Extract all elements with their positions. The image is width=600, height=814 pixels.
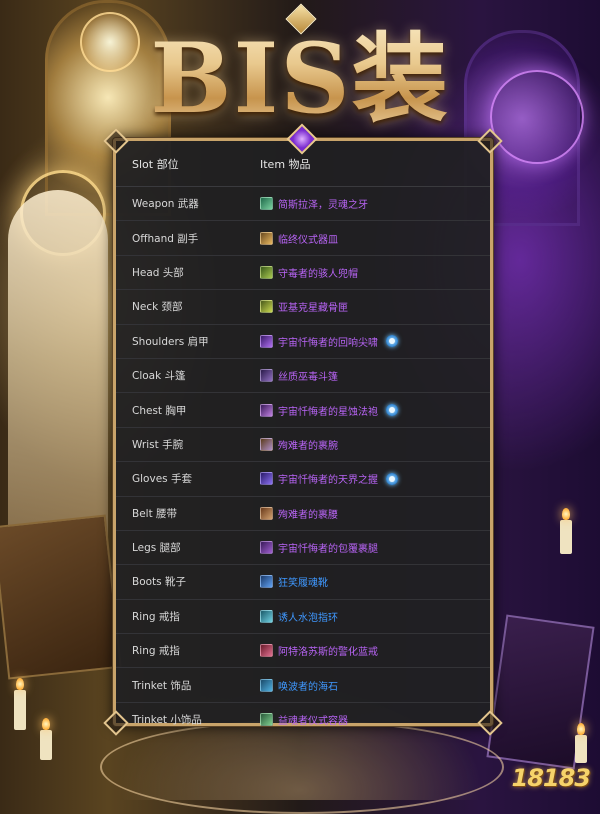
- candle-icon: [14, 678, 26, 730]
- table-row: Boots 靴子 狂笑履魂靴: [116, 565, 490, 600]
- table-row: Head 头部 守毒者的骇人兜帽: [116, 256, 490, 291]
- candle-icon: [560, 508, 572, 554]
- item-link[interactable]: 阿特洛苏斯的警化蓝戒: [278, 643, 378, 658]
- item-link[interactable]: 宇宙忏悔者的天界之握: [278, 471, 378, 486]
- item-cell: 殉难者的裹腰: [260, 506, 490, 521]
- item-cell: 临终仪式器皿: [260, 231, 490, 246]
- item-cell: 殉难者的裹腕: [260, 437, 490, 452]
- chest-item-icon: [260, 403, 273, 417]
- item-cell: 唤波者的海石: [260, 678, 490, 693]
- item-link[interactable]: 宇宙忏悔者的星蚀法袍: [278, 403, 378, 418]
- slot-name: Chest 胸甲: [132, 404, 187, 417]
- background-book-left: [0, 514, 122, 680]
- slot-name: Weapon 武器: [132, 198, 199, 211]
- item-link[interactable]: 狂笑履魂靴: [278, 574, 328, 589]
- item-cell: 狂笑履魂靴: [260, 574, 490, 589]
- table-row: Belt 腰带 殉难者的裹腰: [116, 497, 490, 531]
- item-cell: 亚基克星藏骨匣: [260, 299, 490, 314]
- item-link[interactable]: 益魂者仪式容器: [278, 712, 348, 727]
- slot-name: Neck 颈部: [132, 301, 183, 314]
- page-title: BIS装: [150, 1, 449, 140]
- title-banner: BIS装: [0, 10, 600, 135]
- slot-name: Trinket 小饰品: [132, 714, 202, 727]
- item-link[interactable]: 唤波者的海石: [278, 678, 338, 693]
- table-row: Shoulders 肩甲 宇宙忏悔者的回响尖啸: [116, 325, 490, 359]
- item-cell: 诱人水泡指环: [260, 609, 490, 624]
- table-row: Legs 腿部 宇宙忏悔者的包覆裹腿: [116, 531, 490, 566]
- site-logo-watermark: 18183: [511, 764, 591, 792]
- slot-name: Ring 戒指: [132, 645, 180, 658]
- item-link[interactable]: 殉难者的裹腰: [278, 506, 338, 521]
- weapon-item-icon: [260, 197, 273, 211]
- wrist-item-icon: [260, 437, 273, 451]
- slot-name: Legs 腿部: [132, 542, 181, 555]
- item-cell: 守毒者的骇人兜帽: [260, 265, 490, 280]
- item-link[interactable]: 简斯拉泽，灵魂之牙: [278, 196, 368, 211]
- cloak-item-icon: [260, 369, 273, 383]
- item-cell: 宇宙忏悔者的天界之握: [260, 471, 490, 486]
- table-row: Weapon 武器 简斯拉泽，灵魂之牙: [116, 187, 490, 222]
- gloves-item-icon: [260, 472, 273, 486]
- item-link[interactable]: 宇宙忏悔者的包覆裹腿: [278, 540, 378, 555]
- trinket-item-icon: [260, 678, 273, 692]
- slot-name: Trinket 饰品: [132, 679, 192, 692]
- slot-name: Head 头部: [132, 266, 184, 279]
- item-link[interactable]: 守毒者的骇人兜帽: [278, 265, 358, 280]
- tier-set-icon: [386, 472, 398, 485]
- head-item-icon: [260, 265, 273, 279]
- belt-item-icon: [260, 506, 273, 520]
- item-cell: 宇宙忏悔者的包覆裹腿: [260, 540, 490, 555]
- item-link[interactable]: 临终仪式器皿: [278, 231, 338, 246]
- candle-icon: [40, 718, 52, 760]
- slot-name: Cloak 斗篷: [132, 370, 186, 383]
- slot-name: Belt 腰带: [132, 507, 178, 520]
- item-link[interactable]: 丝质巫毒斗篷: [278, 368, 338, 383]
- table-row: Cloak 斗篷 丝质巫毒斗篷: [116, 359, 490, 394]
- slot-name: Shoulders 肩甲: [132, 335, 209, 348]
- tier-set-icon: [386, 404, 398, 417]
- slot-name: Ring 戒指: [132, 610, 180, 623]
- item-link[interactable]: 诱人水泡指环: [278, 609, 338, 624]
- item-link[interactable]: 宇宙忏悔者的回响尖啸: [278, 334, 378, 349]
- table-row: Trinket 饰品 唤波者的海石: [116, 668, 490, 703]
- trinket-item-icon: [260, 713, 273, 727]
- table-row: Chest 胸甲 宇宙忏悔者的星蚀法袍: [116, 393, 490, 428]
- table-row: Offhand 副手 临终仪式器皿: [116, 221, 490, 256]
- tier-set-icon: [386, 335, 398, 348]
- candle-icon: [575, 723, 587, 763]
- slot-name: Wrist 手腕: [132, 438, 184, 451]
- neck-item-icon: [260, 300, 273, 314]
- item-cell: 宇宙忏悔者的星蚀法袍: [260, 403, 490, 418]
- shoulders-item-icon: [260, 334, 273, 348]
- table-row: Ring 戒指 阿特洛苏斯的警化蓝戒: [116, 634, 490, 669]
- item-link[interactable]: 亚基克星藏骨匣: [278, 299, 348, 314]
- slot-column-header: Slot 部位: [132, 157, 179, 171]
- item-cell: 简斯拉泽，灵魂之牙: [260, 196, 490, 211]
- item-column-header: Item 物品: [260, 157, 311, 171]
- table-row: Ring 戒指 诱人水泡指环: [116, 600, 490, 635]
- ring-item-icon: [260, 644, 273, 658]
- item-cell: 宇宙忏悔者的回响尖啸: [260, 334, 490, 349]
- item-cell: 益魂者仪式容器: [260, 712, 490, 727]
- slot-name: Offhand 副手: [132, 232, 199, 245]
- table-row: Trinket 小饰品 益魂者仪式容器: [116, 703, 490, 736]
- slot-name: Boots 靴子: [132, 576, 186, 589]
- item-cell: 阿特洛苏斯的警化蓝戒: [260, 643, 490, 658]
- table-body: Weapon 武器 简斯拉泽，灵魂之牙 Offhand 副手 临终仪式器皿 Head 头…: [116, 187, 490, 736]
- legs-item-icon: [260, 541, 273, 555]
- item-cell: 丝质巫毒斗篷: [260, 368, 490, 383]
- table-row: Wrist 手腕 殉难者的裹腕: [116, 428, 490, 463]
- ring-item-icon: [260, 609, 273, 623]
- bis-gear-table: Slot 部位 Item 物品 Weapon 武器 简斯拉泽，灵魂之牙 Offhan…: [103, 128, 503, 736]
- table-row: Gloves 手套 宇宙忏悔者的天界之握: [116, 462, 490, 497]
- offhand-item-icon: [260, 231, 273, 245]
- item-link[interactable]: 殉难者的裹腕: [278, 437, 338, 452]
- boots-item-icon: [260, 575, 273, 589]
- slot-name: Gloves 手套: [132, 473, 192, 486]
- table-row: Neck 颈部 亚基克星藏骨匣: [116, 290, 490, 325]
